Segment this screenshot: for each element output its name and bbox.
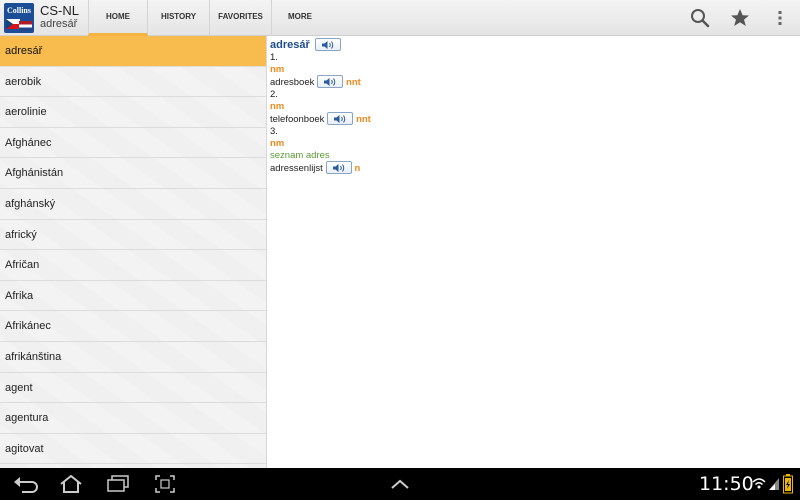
sense-number: 2. bbox=[270, 89, 278, 101]
recent-apps-icon[interactable] bbox=[106, 474, 130, 494]
tab-more[interactable]: MORE bbox=[272, 0, 328, 36]
list-item[interactable]: afrikánština bbox=[0, 342, 266, 373]
speaker-icon bbox=[334, 115, 346, 124]
list-item[interactable]: Afghánistán bbox=[0, 158, 266, 189]
translation: adresboek bbox=[270, 77, 315, 89]
dictionary-entry: adresář 1. nm adresboek nnt 2. nm telefoonboe… bbox=[270, 38, 795, 175]
speaker-icon bbox=[322, 41, 334, 49]
clock: 11:50 bbox=[699, 473, 754, 495]
dutch-flag-icon bbox=[19, 21, 32, 31]
list-item[interactable]: Afrika bbox=[0, 281, 266, 312]
tab-history[interactable]: HISTORY bbox=[148, 0, 210, 36]
screenshot-icon[interactable] bbox=[154, 474, 176, 494]
sense: 2. nm telefoonboek nnt bbox=[270, 89, 795, 126]
list-item[interactable]: agentura bbox=[0, 403, 266, 434]
sense-number: 3. bbox=[270, 126, 278, 138]
list-item[interactable]: adresář bbox=[0, 36, 266, 67]
audio-button[interactable] bbox=[325, 161, 352, 175]
senses-list: 1. nm adresboek nnt 2. nm telefoonboek nnt 3. n… bbox=[270, 52, 795, 175]
list-item[interactable]: afghánský bbox=[0, 189, 266, 220]
speaker-icon bbox=[324, 78, 336, 87]
back-icon[interactable] bbox=[12, 474, 40, 494]
star-icon[interactable] bbox=[728, 6, 752, 30]
headword: adresář bbox=[270, 39, 310, 52]
logo-text: Collins bbox=[6, 6, 31, 15]
battery-icon bbox=[783, 474, 793, 494]
app-logo[interactable]: Collins bbox=[4, 3, 34, 33]
search-icon[interactable] bbox=[688, 6, 712, 30]
word-list[interactable]: adresář aerobik aerolinie Afghánec Afghánist… bbox=[0, 36, 266, 468]
tab-home[interactable]: HOME bbox=[88, 0, 148, 36]
sense: 1. nm adresboek nnt bbox=[270, 52, 795, 89]
gender-label: nnt bbox=[356, 114, 371, 126]
translation: adressenlijst bbox=[270, 163, 323, 175]
czech-flag-icon bbox=[6, 19, 20, 29]
wifi-icon bbox=[752, 478, 766, 489]
gender-label: nnt bbox=[346, 77, 361, 89]
gender-label: n bbox=[354, 163, 361, 175]
list-item[interactable]: Afrikánec bbox=[0, 311, 266, 342]
sense: 3. nm seznam adres adressenlijst n bbox=[270, 126, 795, 175]
action-bar: Collins CS-NL adresář HOME HISTORY FAVOR… bbox=[0, 0, 800, 36]
part-of-speech: nm bbox=[270, 138, 285, 150]
part-of-speech: nm bbox=[270, 64, 285, 76]
audio-button[interactable] bbox=[317, 75, 344, 89]
audio-button[interactable] bbox=[327, 112, 354, 126]
home-icon[interactable] bbox=[58, 474, 84, 494]
list-item[interactable]: Afričan bbox=[0, 250, 266, 281]
pane-divider bbox=[266, 36, 267, 468]
signal-icon bbox=[769, 478, 779, 490]
list-item[interactable]: agitovat bbox=[0, 434, 266, 465]
translation-row: adresboek nnt bbox=[270, 75, 795, 89]
app-title: CS-NL bbox=[40, 3, 80, 18]
list-item[interactable]: Afghánec bbox=[0, 128, 266, 159]
tab-favorites[interactable]: FAVORITES bbox=[210, 0, 272, 36]
system-bar: 11:50 bbox=[0, 468, 800, 500]
translation-row: adressenlijst n bbox=[270, 161, 795, 175]
sense-number: 1. bbox=[270, 52, 278, 64]
list-item[interactable]: aerolinie bbox=[0, 97, 266, 128]
translation-row: telefoonboek nnt bbox=[270, 112, 795, 126]
translation: telefoonboek bbox=[270, 114, 325, 126]
list-item[interactable]: aerobik bbox=[0, 67, 266, 98]
audio-button[interactable] bbox=[315, 38, 342, 51]
list-item[interactable]: agent bbox=[0, 373, 266, 404]
speaker-icon bbox=[332, 164, 345, 173]
chevron-up-icon[interactable] bbox=[389, 477, 411, 491]
list-item[interactable]: africký bbox=[0, 220, 266, 251]
overflow-menu-icon[interactable] bbox=[768, 6, 792, 30]
app-subtitle: adresář bbox=[40, 18, 78, 30]
